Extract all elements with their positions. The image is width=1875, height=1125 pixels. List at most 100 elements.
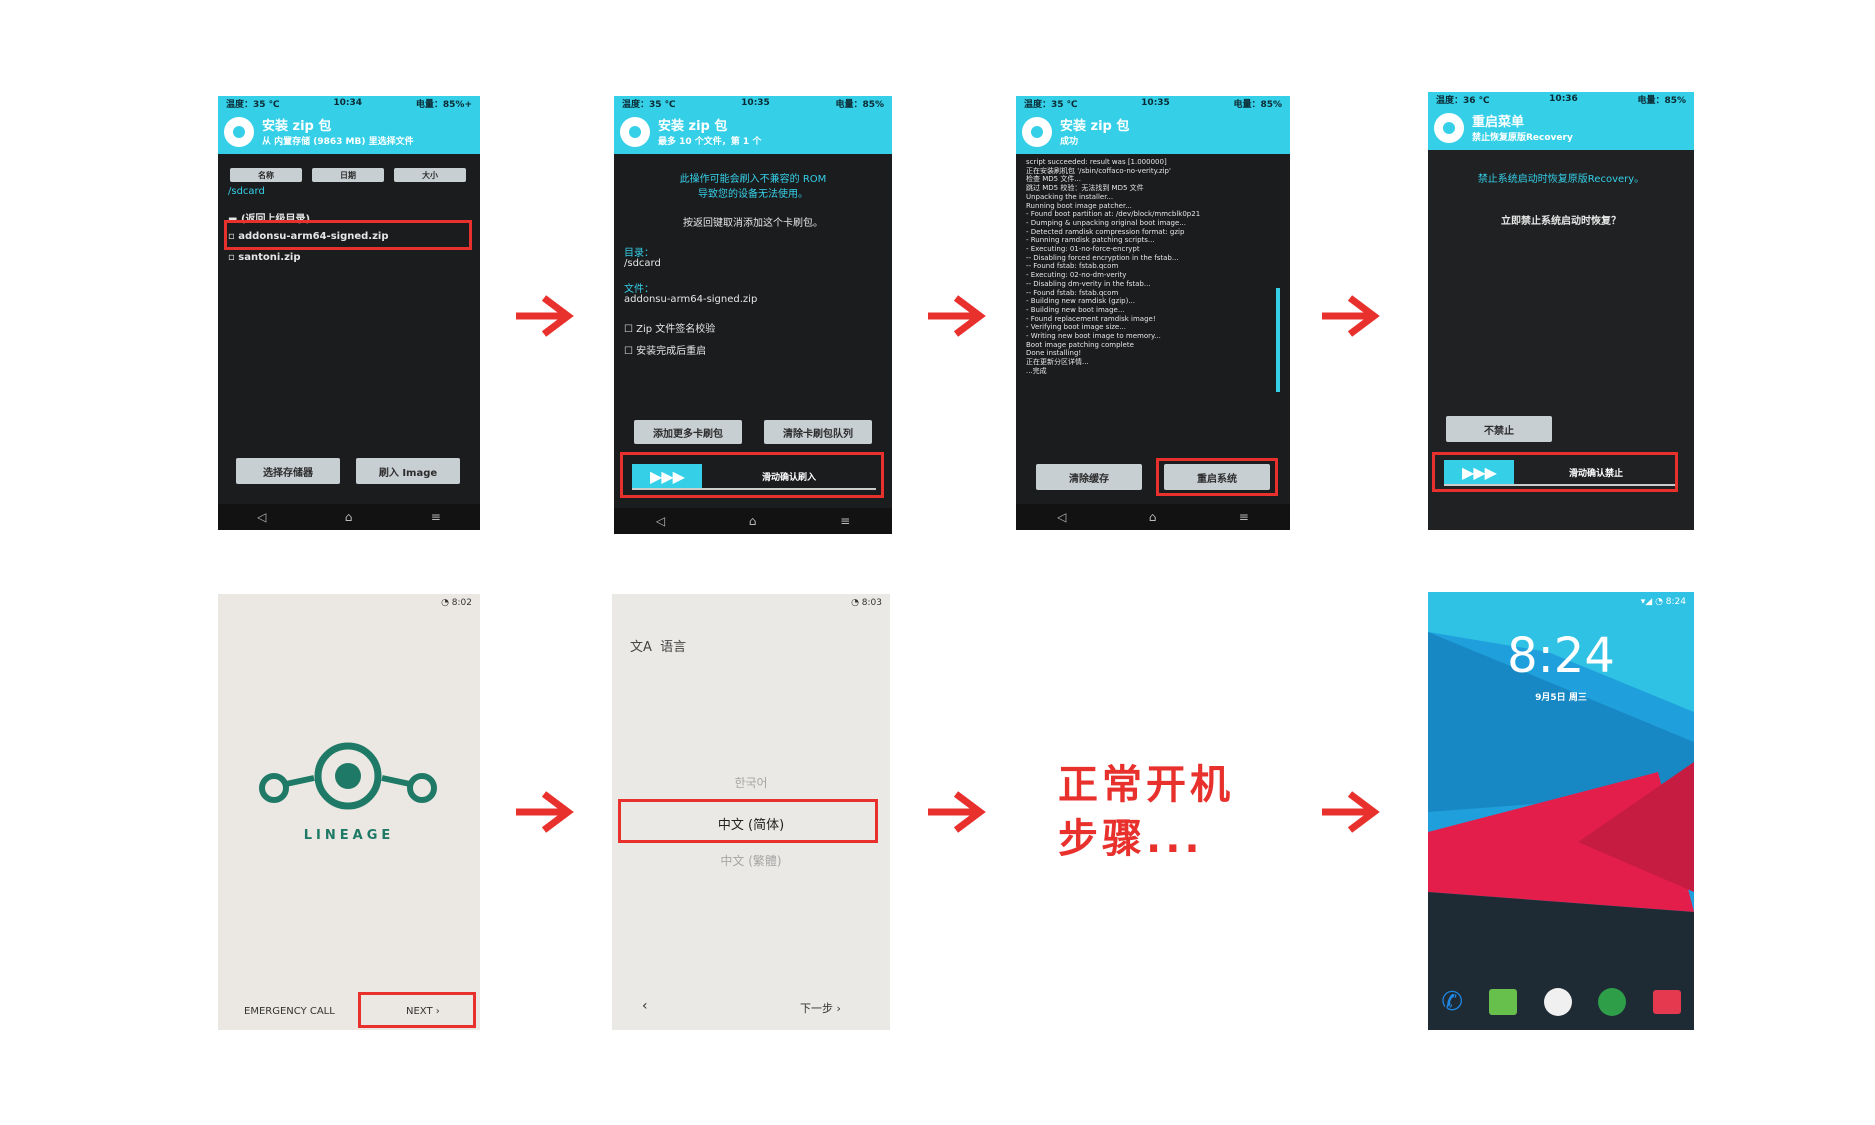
twrp-logo-icon (224, 117, 254, 147)
clear-queue-button[interactable]: 清除卡刷包队列 (764, 420, 872, 444)
highlight-box (1156, 458, 1278, 496)
back-icon[interactable]: ◁ (257, 510, 266, 524)
wipe-cache-button[interactable]: 清除缓存 (1036, 464, 1142, 490)
translate-icon: 文A (630, 640, 652, 655)
nav-bar: ◁ ⌂ ≡ (614, 508, 892, 534)
lineage-logo-icon (259, 742, 437, 810)
file-label: 文件： (624, 284, 654, 295)
status-battery: 电量：85%+ (415, 99, 472, 110)
zip-verify-checkbox[interactable]: ☐ Zip 文件签名校验 (624, 320, 715, 335)
flash-image-button[interactable]: 刷入 Image (356, 458, 460, 484)
page-title: 安装 zip 包 (658, 119, 728, 134)
home-icon[interactable]: ⌂ (749, 514, 757, 528)
status-bar: 温度：36 ℃ 10:36 电量：85% (1428, 92, 1694, 106)
arrow-right-icon (928, 295, 986, 337)
highlight-box (620, 452, 884, 498)
language-option-korean[interactable]: 한국어 (612, 774, 890, 791)
twrp-install-confirm-screen: 温度：35 ℃ 10:35 电量：85% 安装 zip 包 最多 10 个文件，… (614, 96, 892, 534)
status-time: 10:36 (1549, 94, 1578, 104)
dir-label: 目录： (624, 248, 654, 259)
highlight-box (1432, 452, 1678, 492)
phone-icon[interactable]: ✆ (1441, 987, 1463, 1017)
cancel-hint: 按返回键取消添加这个卡刷包。 (683, 218, 823, 229)
arrow-right-icon (1322, 791, 1380, 833)
lock-clock: 8:24 (1507, 628, 1615, 684)
sort-name-button[interactable]: 名称 (230, 168, 302, 182)
back-icon[interactable]: ◁ (1057, 510, 1066, 524)
home-icon[interactable]: ⌂ (345, 510, 353, 524)
do-not-disable-button[interactable]: 不禁止 (1446, 416, 1552, 442)
caption-line-1: 正常开机 (1058, 762, 1234, 808)
status-bar: 温度：35 ℃ 10:34 电量：85%+ (218, 96, 480, 110)
sort-date-button[interactable]: 日期 (312, 168, 384, 182)
reboot-message: 禁止系统启动时恢复原版Recovery。 (1477, 174, 1645, 185)
twrp-file-select-screen: 温度：35 ℃ 10:34 电量：85%+ 安装 zip 包 从 内置存储 (9… (218, 96, 480, 530)
home-icon[interactable]: ⌂ (1149, 510, 1157, 524)
page-title: 安装 zip 包 (262, 119, 332, 134)
page-subtitle: 从 内置存储 (9863 MB) 里选择文件 (262, 137, 414, 147)
select-storage-button[interactable]: 选择存储器 (236, 458, 340, 484)
language-option-zh-hant[interactable]: 中文 (繁體) (612, 852, 890, 869)
app-drawer-icon[interactable] (1543, 988, 1572, 1016)
nav-bar: ◁ ⌂ ≡ (1016, 504, 1290, 530)
log-scrollbar[interactable] (1276, 288, 1280, 392)
install-log: script succeeded: result was [1.000000] … (1026, 158, 1201, 375)
highlight-box (224, 220, 472, 250)
dock: ✆ (1428, 984, 1694, 1020)
status-time: 8:24 (1665, 597, 1686, 607)
back-button[interactable]: ‹ (642, 998, 648, 1014)
brand-text: LINEAGE (303, 828, 395, 843)
menu-icon[interactable]: ≡ (1239, 510, 1249, 524)
status-time: 8:03 (861, 598, 882, 608)
arrow-right-icon (1322, 295, 1380, 337)
menu-icon[interactable]: ≡ (431, 510, 441, 524)
reboot-after-checkbox[interactable]: ☐ 安装完成后重启 (624, 342, 706, 357)
status-time: 10:35 (741, 98, 770, 108)
page-subtitle: 最多 10 个文件，第 1 个 (658, 137, 762, 147)
status-bar: ◔ 8:03 (851, 598, 882, 608)
twrp-reboot-menu-screen: 温度：36 ℃ 10:36 电量：85% 重启菜单 禁止恢复原版Recovery… (1428, 92, 1694, 530)
highlight-box (618, 799, 878, 843)
language-title: 语言 (660, 640, 687, 655)
twrp-header: 安装 zip 包 从 内置存储 (9863 MB) 里选择文件 (218, 110, 480, 154)
checkbox-label: 安装完成后重启 (636, 346, 707, 357)
file-item-santoni[interactable]: ▫ santoni.zip (228, 252, 301, 263)
status-temp: 温度：35 ℃ (226, 99, 280, 110)
file-value: addonsu-arm64-signed.zip (624, 294, 758, 305)
page-subtitle: 成功 (1060, 137, 1079, 147)
language-select-screen: ◔ 8:03 文A 语言 한국어 中文 (简体) 中文 (繁體) ‹ 下一步 › (612, 594, 890, 1030)
arrow-right-icon (516, 791, 574, 833)
warning-line-2: 导致您的设备无法使用。 (698, 189, 808, 200)
reboot-question: 立即禁止系统启动时恢复？ (1501, 216, 1621, 227)
twrp-header: 安装 zip 包 最多 10 个文件，第 1 个 (614, 110, 892, 154)
checkbox-label: Zip 文件签名校验 (636, 324, 716, 335)
add-more-zips-button[interactable]: 添加更多卡刷包 (634, 420, 742, 444)
back-icon[interactable]: ◁ (656, 514, 665, 528)
browser-icon[interactable] (1598, 988, 1627, 1016)
lineage-welcome-screen: ◔ 8:02 LINEAGE EMERGENCY CALL NEXT › (218, 594, 480, 1030)
twrp-install-success-screen: 温度：35 ℃ 10:35 电量：85% 安装 zip 包 成功 script … (1016, 96, 1290, 530)
page-title: 重启菜单 (1472, 115, 1525, 130)
arrow-right-icon (516, 295, 574, 337)
caption-text: 正常开机 步骤... (1058, 758, 1234, 866)
camera-icon[interactable] (1652, 990, 1681, 1014)
twrp-logo-icon (620, 117, 650, 147)
current-path: /sdcard (228, 186, 265, 197)
status-temp: 温度：36 ℃ (1436, 95, 1490, 106)
lockscreen: ▾◢ ◔ 8:24 8:24 9月5日 周三 ✆ (1428, 592, 1694, 1030)
status-temp: 温度：35 ℃ (1024, 99, 1078, 110)
menu-icon[interactable]: ≡ (840, 514, 850, 528)
status-bar: ◔ 8:02 (441, 598, 472, 608)
file-label: santoni.zip (238, 252, 301, 263)
status-temp: 温度：35 ℃ (622, 99, 676, 110)
warning-line-1: 此操作可能会刷入不兼容的 ROM (679, 174, 827, 185)
next-button[interactable]: 下一步 › (800, 1000, 841, 1016)
status-time: 10:35 (1141, 98, 1170, 108)
status-battery: 电量：85% (835, 99, 884, 110)
sort-size-button[interactable]: 大小 (394, 168, 466, 182)
emergency-call-button[interactable]: EMERGENCY CALL (244, 1006, 335, 1017)
twrp-logo-icon (1022, 117, 1052, 147)
dir-value: /sdcard (624, 258, 661, 269)
messaging-icon[interactable] (1489, 989, 1518, 1015)
status-bar: ▾◢ ◔ 8:24 (1640, 597, 1686, 607)
